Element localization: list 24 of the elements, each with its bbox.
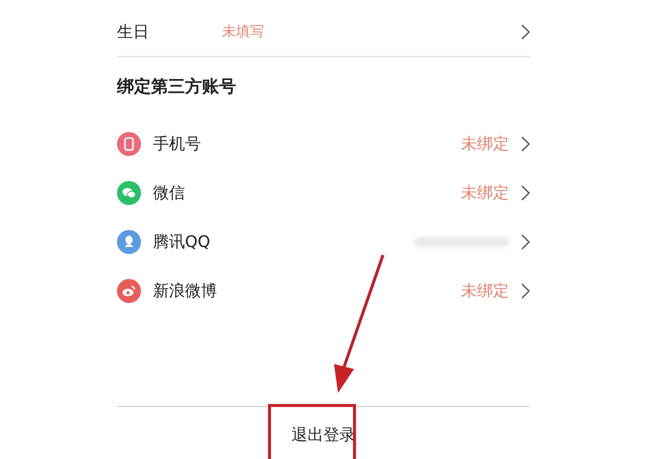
penguin-icon: [117, 230, 141, 254]
account-row[interactable]: 微信 未绑定: [117, 168, 530, 217]
account-name: 手机号: [153, 132, 202, 154]
binding-status: 未绑定: [461, 182, 509, 204]
field-value: 未填写: [222, 22, 265, 42]
chevron-right-icon: [521, 24, 530, 40]
field-label: 生日: [117, 21, 150, 43]
account-row[interactable]: 手机号 未绑定: [117, 119, 530, 168]
account-row[interactable]: 新浪微博 未绑定: [117, 266, 530, 315]
phone-icon: [117, 132, 141, 156]
account-name: 腾讯QQ: [153, 230, 212, 252]
binding-status: 未绑定: [461, 280, 509, 302]
chevron-right-icon: [521, 184, 530, 200]
chevron-right-icon: [521, 282, 530, 298]
binding-status: 未绑定: [461, 132, 509, 154]
eye-icon: [117, 278, 141, 302]
account-row[interactable]: 腾讯QQ: [117, 217, 530, 266]
account-name: 微信: [153, 182, 186, 204]
logout-button[interactable]: 退出登录: [292, 418, 356, 446]
chevron-right-icon: [521, 136, 530, 152]
chevron-right-icon: [521, 234, 530, 250]
section-title: 绑定第三方账号: [117, 76, 236, 100]
chat-bubbles-icon: [117, 180, 141, 204]
account-name: 新浪微博: [153, 280, 218, 302]
